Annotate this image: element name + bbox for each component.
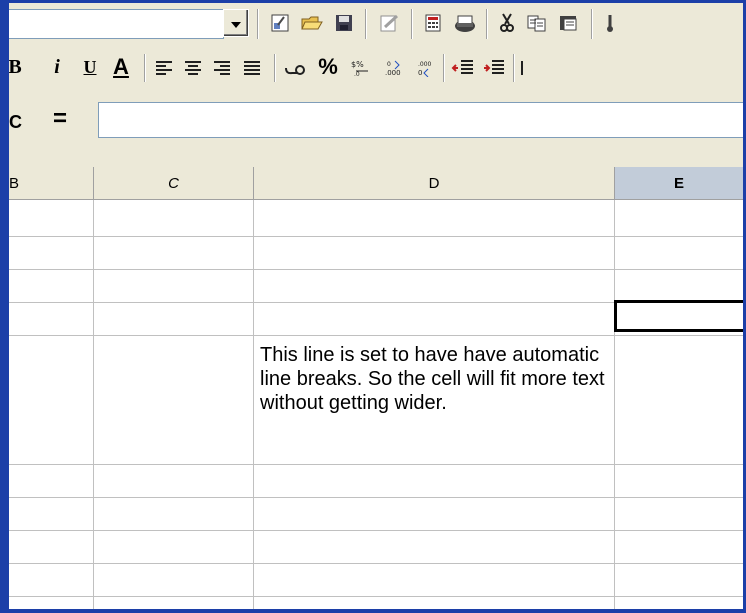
align-right-button[interactable] bbox=[208, 54, 236, 82]
font-color-button[interactable]: A bbox=[106, 54, 136, 80]
window-frame-left bbox=[0, 0, 9, 613]
toolbar-separator bbox=[513, 54, 515, 82]
save-disk-icon bbox=[336, 15, 352, 31]
paste-button[interactable] bbox=[555, 9, 583, 37]
svg-text:$%: $% bbox=[351, 60, 364, 69]
column-header-b[interactable]: B bbox=[9, 167, 94, 200]
bold-button[interactable]: B bbox=[9, 54, 22, 80]
increase-indent-button[interactable] bbox=[449, 54, 477, 82]
toolbar-separator bbox=[365, 9, 367, 39]
toolbar-separator bbox=[591, 9, 593, 39]
print-button[interactable] bbox=[451, 9, 479, 37]
toolbar-separator bbox=[257, 9, 259, 39]
cut-scissors-icon bbox=[500, 13, 514, 32]
export-pdf-button[interactable] bbox=[419, 9, 447, 37]
copy-button[interactable] bbox=[523, 9, 551, 37]
standard-toolbar bbox=[9, 3, 743, 46]
column-divider bbox=[253, 200, 254, 609]
justify-button[interactable] bbox=[238, 54, 266, 82]
formatting-toolbar: B i U A % $% .0 0 .000 .000 0 bbox=[9, 46, 743, 90]
align-center-icon bbox=[185, 61, 201, 75]
svg-text:.000: .000 bbox=[418, 61, 432, 68]
row-divider bbox=[9, 236, 743, 237]
function-equals-button[interactable]: = bbox=[45, 104, 75, 134]
row-divider bbox=[9, 464, 743, 465]
align-left-button[interactable] bbox=[150, 54, 178, 82]
chevron-down-icon bbox=[231, 22, 241, 28]
column-header-d[interactable]: D bbox=[254, 167, 615, 200]
paintbrush-icon bbox=[607, 15, 613, 32]
window-frame-bottom bbox=[0, 609, 746, 613]
toolbar-separator bbox=[274, 54, 276, 82]
print-icon bbox=[455, 15, 475, 32]
cell-grid[interactable]: This line is set to have have automatic … bbox=[9, 200, 743, 609]
paste-icon bbox=[560, 16, 577, 31]
formula-input[interactable] bbox=[98, 102, 743, 138]
row-divider bbox=[9, 563, 743, 564]
row-divider bbox=[9, 497, 743, 498]
format-paintbrush-button[interactable] bbox=[597, 9, 625, 37]
standard-format-icon: $% .0 bbox=[351, 60, 368, 77]
delete-decimal-button[interactable]: .000 0 bbox=[410, 54, 438, 82]
standard-format-button[interactable]: $% .0 bbox=[348, 54, 376, 82]
svg-text:0: 0 bbox=[418, 69, 422, 77]
font-name-combobox[interactable] bbox=[9, 9, 224, 39]
decrease-indent-icon bbox=[484, 60, 504, 74]
font-name-dropdown-button[interactable] bbox=[223, 9, 249, 37]
formula-bar: C = bbox=[9, 90, 743, 165]
toolbar-separator bbox=[144, 54, 146, 82]
borders-icon bbox=[521, 61, 523, 75]
row-divider bbox=[9, 596, 743, 597]
cell-d-wrapped-text[interactable]: This line is set to have have automatic … bbox=[258, 343, 615, 415]
decrease-indent-button[interactable] bbox=[480, 54, 508, 82]
active-cell-cursor[interactable] bbox=[614, 300, 743, 332]
spreadsheet-app: B i U A % $% .0 0 .000 .000 0 C = B C D … bbox=[9, 3, 743, 609]
edit-file-icon bbox=[271, 14, 289, 32]
edit-mode-button[interactable] bbox=[376, 9, 404, 37]
row-divider bbox=[9, 530, 743, 531]
edit-document-icon bbox=[380, 14, 399, 32]
save-button[interactable] bbox=[330, 9, 358, 37]
svg-text:.0: .0 bbox=[354, 71, 360, 77]
italic-button[interactable]: i bbox=[47, 54, 67, 80]
add-decimal-icon: 0 .000 bbox=[385, 60, 401, 77]
increase-indent-icon bbox=[451, 60, 473, 74]
toolbar-separator bbox=[486, 9, 488, 39]
toolbar-separator bbox=[443, 54, 445, 82]
delete-decimal-icon: .000 0 bbox=[418, 61, 432, 77]
open-button[interactable] bbox=[298, 9, 326, 37]
number-format-currency-icon bbox=[285, 65, 305, 75]
column-divider bbox=[93, 200, 94, 609]
cut-button[interactable] bbox=[493, 9, 521, 37]
number-format-currency-button[interactable] bbox=[281, 54, 309, 82]
edit-file-button[interactable] bbox=[266, 9, 294, 37]
add-decimal-button[interactable]: 0 .000 bbox=[379, 54, 407, 82]
row-divider bbox=[9, 335, 743, 336]
open-folder-icon bbox=[301, 16, 323, 30]
underline-button[interactable]: U bbox=[79, 54, 101, 80]
row-divider bbox=[9, 269, 743, 270]
align-left-icon bbox=[156, 61, 172, 75]
align-right-icon bbox=[214, 61, 230, 75]
column-header-e[interactable]: E bbox=[615, 167, 743, 200]
percent-button[interactable]: % bbox=[315, 54, 341, 80]
svg-text:0: 0 bbox=[387, 61, 391, 68]
justify-icon bbox=[244, 61, 260, 75]
column-header-c[interactable]: C bbox=[94, 167, 254, 200]
borders-button[interactable] bbox=[518, 54, 532, 82]
copy-icon bbox=[527, 15, 546, 32]
align-center-button[interactable] bbox=[179, 54, 207, 82]
svg-text:.000: .000 bbox=[385, 69, 401, 77]
toolbar-separator bbox=[411, 9, 413, 39]
cell-reference[interactable]: C bbox=[9, 107, 23, 137]
calculator-icon bbox=[425, 14, 441, 32]
